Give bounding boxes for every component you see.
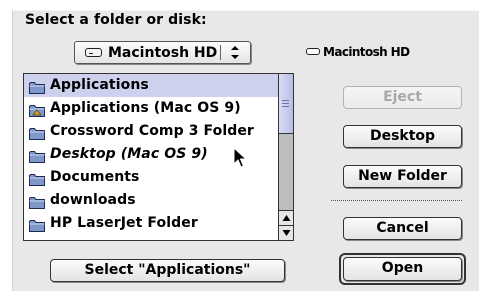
list-item-label: Applications xyxy=(50,77,149,93)
folder-icon xyxy=(29,148,45,163)
list-item-label: downloads xyxy=(50,192,136,208)
popup-divider xyxy=(220,45,221,60)
folder-icon xyxy=(29,217,45,232)
select-folder-button[interactable]: Select "Applications" xyxy=(50,259,285,282)
folder-icon xyxy=(29,171,45,186)
hard-disk-icon xyxy=(306,48,320,55)
vertical-scrollbar[interactable] xyxy=(278,74,293,240)
button-separator xyxy=(331,200,462,201)
applications-folder-icon xyxy=(29,102,45,117)
list-item-label: Crossword Comp 3 Folder xyxy=(50,123,254,139)
folder-icon xyxy=(29,125,45,140)
list-item[interactable]: Applications xyxy=(24,74,278,97)
scroll-grip xyxy=(282,100,289,101)
new-folder-button[interactable]: New Folder xyxy=(343,165,462,188)
current-volume-name: Macintosh HD xyxy=(306,45,410,61)
list-item[interactable]: Documents xyxy=(24,166,278,189)
scroll-grip xyxy=(282,106,289,107)
mouse-pointer-icon xyxy=(233,146,249,169)
desktop-button[interactable]: Desktop xyxy=(343,125,462,148)
scroll-up-button[interactable] xyxy=(279,210,293,225)
folder-icon xyxy=(29,194,45,209)
folder-icon xyxy=(29,79,45,94)
eject-button[interactable]: Eject xyxy=(343,86,462,109)
dialog-heading: Select a folder or disk: xyxy=(25,12,207,28)
scroll-thumb[interactable] xyxy=(279,74,293,134)
arrow-up-icon xyxy=(282,215,290,221)
list-item-label: Applications (Mac OS 9) xyxy=(50,100,241,116)
volume-popup-menu[interactable]: Macintosh HD xyxy=(74,41,251,64)
current-volume-label: Macintosh HD xyxy=(323,45,410,59)
volume-popup-label: Macintosh HD xyxy=(108,45,218,61)
arrow-down-icon xyxy=(282,230,290,236)
scroll-grip xyxy=(282,103,289,104)
list-item-label: HP LaserJet Folder xyxy=(50,215,198,231)
list-item[interactable]: Crossword Comp 3 Folder xyxy=(24,120,278,143)
list-item[interactable]: downloads xyxy=(24,189,278,212)
open-button[interactable]: Open xyxy=(339,253,466,285)
file-list[interactable]: Applications Applications (Mac OS 9) Cross… xyxy=(23,73,294,241)
list-item-label: Documents xyxy=(50,169,140,185)
list-item[interactable]: Applications (Mac OS 9) xyxy=(24,97,278,120)
list-item[interactable]: HP LaserJet Folder xyxy=(24,212,278,235)
scroll-down-button[interactable] xyxy=(279,225,293,240)
open-button-label: Open xyxy=(343,257,462,281)
hard-disk-icon xyxy=(85,48,102,57)
list-item-label: Desktop (Mac OS 9) xyxy=(50,146,208,162)
cancel-button[interactable]: Cancel xyxy=(343,217,462,240)
up-down-arrows-icon xyxy=(223,42,247,63)
